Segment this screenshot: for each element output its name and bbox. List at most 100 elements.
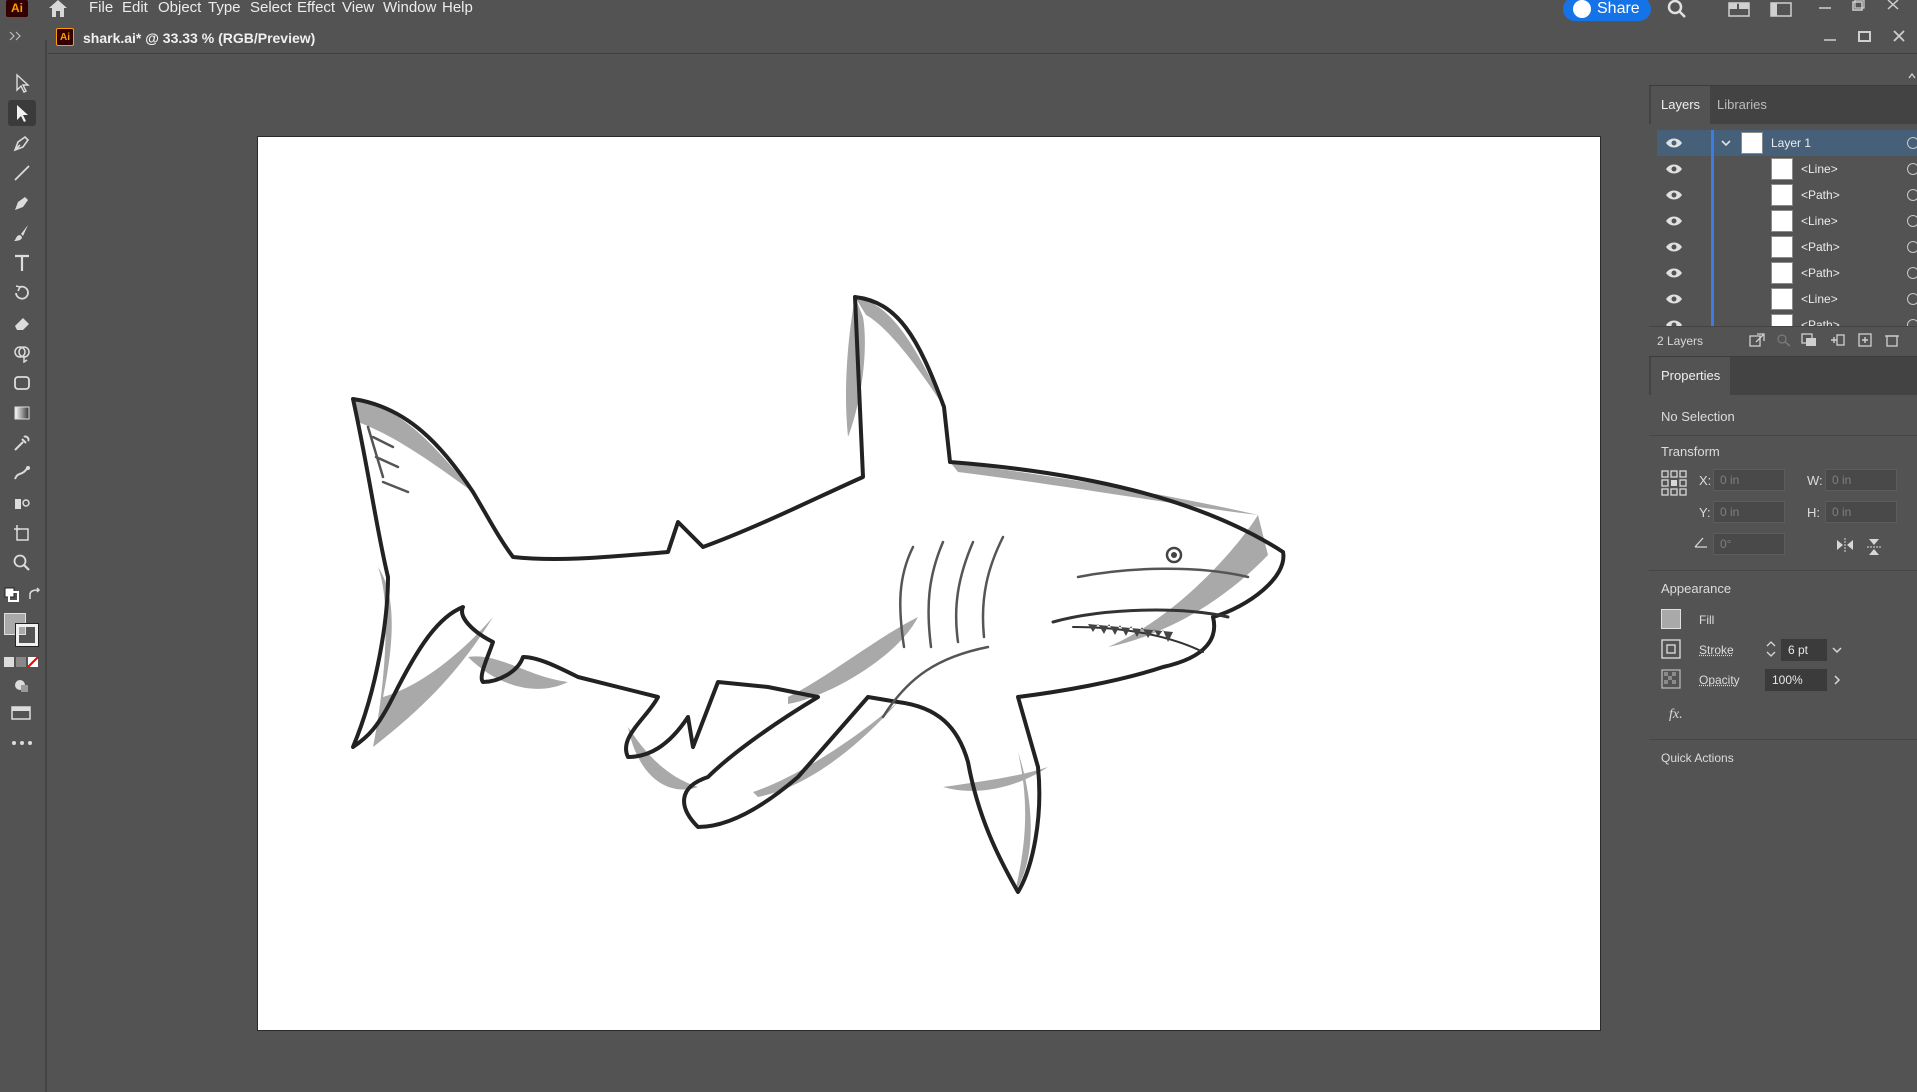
visibility-eye-icon[interactable] xyxy=(1665,162,1683,176)
x-field[interactable]: 0 in xyxy=(1713,469,1785,491)
direct-selection-tool[interactable] xyxy=(8,100,36,126)
menu-edit[interactable]: Edit xyxy=(122,0,148,18)
layer-name[interactable]: Layer 1 xyxy=(1771,136,1811,150)
canvas[interactable] xyxy=(48,55,1648,1092)
menu-help[interactable]: Help xyxy=(442,0,473,18)
fx-button[interactable]: fx. xyxy=(1669,707,1683,723)
item-target-icon[interactable] xyxy=(1907,267,1917,279)
dock-collapse-icon[interactable] xyxy=(1907,70,1917,82)
item-target-icon[interactable] xyxy=(1907,163,1917,175)
stroke-color-swatch[interactable] xyxy=(1661,639,1681,659)
menu-select[interactable]: Select xyxy=(250,0,292,18)
document-tab[interactable]: Ai shark.ai* @ 33.33 % (RGB/Preview) xyxy=(48,22,1917,54)
eyedropper-tool[interactable] xyxy=(8,430,36,456)
opacity-label[interactable]: Opacity xyxy=(1699,673,1740,687)
artboard[interactable] xyxy=(257,136,1601,1031)
item-name[interactable]: <Line> xyxy=(1801,162,1838,176)
flip-horizontal-icon[interactable] xyxy=(1836,538,1854,552)
stroke-stepper-icon[interactable] xyxy=(1765,639,1777,659)
sublayer-row[interactable]: <Path> xyxy=(1657,234,1917,260)
visibility-eye-icon[interactable] xyxy=(1665,240,1683,254)
menu-effect[interactable]: Effect xyxy=(297,0,335,18)
selection-tool[interactable] xyxy=(8,70,36,96)
symbol-sprayer-tool[interactable] xyxy=(8,490,36,516)
item-name[interactable]: <Line> xyxy=(1801,214,1838,228)
opacity-field[interactable]: 100% xyxy=(1765,669,1827,691)
draw-mode-icon[interactable] xyxy=(12,676,32,694)
item-name[interactable]: <Path> xyxy=(1801,188,1840,202)
artboard-tool[interactable] xyxy=(8,520,36,546)
stroke-weight-dropdown-icon[interactable] xyxy=(1831,645,1843,655)
line-segment-tool[interactable] xyxy=(8,160,36,186)
visibility-eye-icon[interactable] xyxy=(1665,292,1683,306)
tab-layers[interactable]: Layers xyxy=(1651,86,1711,124)
w-field[interactable]: 0 in xyxy=(1825,469,1897,491)
doc-minimize-icon[interactable] xyxy=(1822,30,1838,46)
minimize-icon[interactable] xyxy=(1815,0,1835,18)
type-tool[interactable] xyxy=(8,250,36,276)
collapse-toolbar-icon[interactable] xyxy=(6,28,26,44)
curvature-tool[interactable] xyxy=(8,190,36,216)
menu-file[interactable]: File xyxy=(89,0,113,18)
chevron-right-icon[interactable] xyxy=(1831,673,1843,687)
chevron-down-icon[interactable] xyxy=(1720,137,1732,149)
visibility-eye-icon[interactable] xyxy=(1665,318,1683,326)
item-name[interactable]: <Line> xyxy=(1801,292,1838,306)
sublayer-row[interactable]: <Path> xyxy=(1657,260,1917,286)
zoom-tool[interactable] xyxy=(8,550,36,576)
item-name[interactable]: <Path> xyxy=(1801,266,1840,280)
rotate-angle-field[interactable]: 0° xyxy=(1713,533,1785,555)
rotate-tool[interactable] xyxy=(8,280,36,306)
sublayer-row[interactable]: <Line> xyxy=(1657,286,1917,312)
sublayer-row[interactable]: <Line> xyxy=(1657,156,1917,182)
share-button[interactable]: Share xyxy=(1563,0,1651,21)
menu-window[interactable]: Window xyxy=(383,0,436,18)
create-sublayer-icon[interactable] xyxy=(1829,333,1845,347)
stroke-weight-field[interactable]: 6 pt xyxy=(1781,639,1827,661)
pen-tool[interactable] xyxy=(8,130,36,156)
tab-properties[interactable]: Properties xyxy=(1651,357,1731,395)
document-title[interactable]: shark.ai* @ 33.33 % (RGB/Preview) xyxy=(83,30,315,46)
edit-toolbar-icon[interactable] xyxy=(10,738,34,748)
screen-mode-icon[interactable] xyxy=(10,704,34,722)
item-target-icon[interactable] xyxy=(1907,319,1917,326)
swap-fill-stroke-icon[interactable] xyxy=(27,587,43,603)
sublayer-row-partial[interactable]: <Path> xyxy=(1657,312,1917,326)
shape-builder-tool[interactable] xyxy=(8,340,36,366)
visibility-eye-icon[interactable] xyxy=(1665,188,1683,202)
arrange-documents-icon[interactable] xyxy=(1770,0,1792,18)
menu-type[interactable]: Type xyxy=(208,0,241,18)
reference-point-icon[interactable] xyxy=(1661,470,1687,496)
item-name[interactable]: <Path> xyxy=(1801,318,1840,326)
restore-icon[interactable] xyxy=(1848,0,1868,18)
menu-object[interactable]: Object xyxy=(158,0,201,18)
search-icon[interactable] xyxy=(1666,0,1688,18)
shark-illustration[interactable] xyxy=(258,137,1602,1032)
paintbrush-tool[interactable] xyxy=(8,220,36,246)
menu-view[interactable]: View xyxy=(342,0,374,18)
rectangle-tool[interactable] xyxy=(8,370,36,396)
export-icon[interactable] xyxy=(1749,333,1765,347)
opacity-checker-icon[interactable] xyxy=(1661,669,1681,689)
app-logo[interactable]: Ai xyxy=(6,0,28,17)
gradient-tool[interactable] xyxy=(8,400,36,426)
sublayer-row[interactable]: <Line> xyxy=(1657,208,1917,234)
close-icon[interactable] xyxy=(1884,0,1904,18)
item-target-icon[interactable] xyxy=(1907,241,1917,253)
delete-layer-icon[interactable] xyxy=(1884,333,1900,347)
visibility-eye-icon[interactable] xyxy=(1665,136,1683,150)
item-target-icon[interactable] xyxy=(1907,189,1917,201)
eraser-tool[interactable] xyxy=(8,310,36,336)
make-clipping-mask-icon[interactable] xyxy=(1801,333,1817,347)
h-field[interactable]: 0 in xyxy=(1825,501,1897,523)
locate-object-icon[interactable] xyxy=(1776,333,1792,347)
stroke-swatch[interactable] xyxy=(15,623,39,647)
puppet-warp-tool[interactable] xyxy=(8,460,36,486)
default-fill-stroke-icon[interactable] xyxy=(4,587,20,603)
color-mode-icons[interactable] xyxy=(4,656,40,668)
visibility-eye-icon[interactable] xyxy=(1665,214,1683,228)
item-target-icon[interactable] xyxy=(1907,215,1917,227)
y-field[interactable]: 0 in xyxy=(1713,501,1785,523)
create-new-layer-icon[interactable] xyxy=(1857,333,1873,347)
tab-libraries[interactable]: Libraries xyxy=(1707,86,1777,124)
